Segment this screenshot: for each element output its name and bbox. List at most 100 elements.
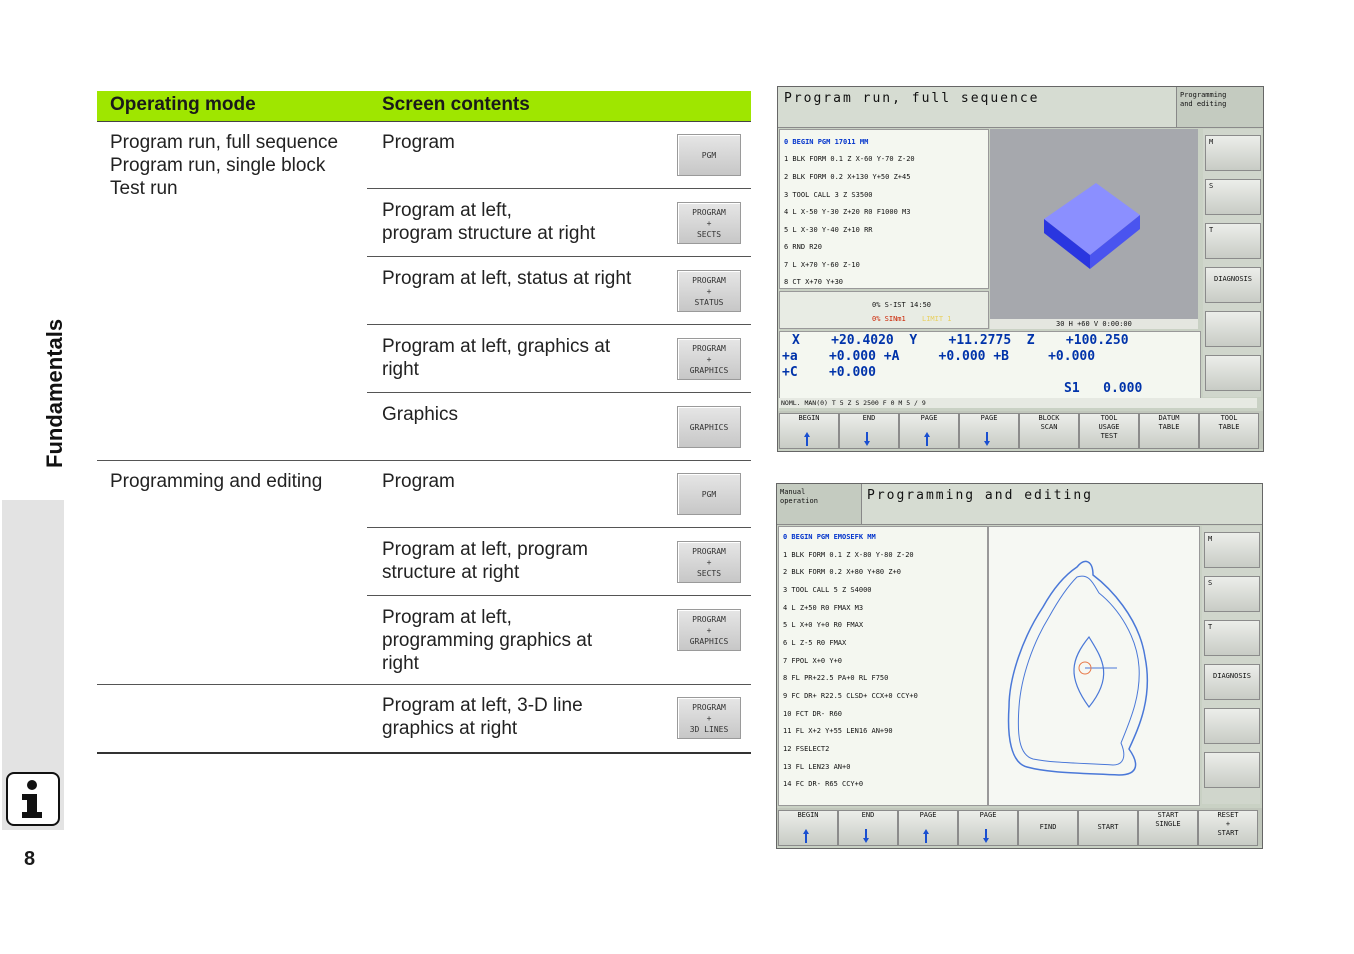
softkey-tool-usage-test[interactable]: TOOL USAGE TEST [1079,413,1139,449]
program-line: 14 FC DR- R65 CCY+0 [783,780,864,788]
mode-corner-label: Manual operation [780,488,818,505]
page-number: 8 [24,848,36,870]
softkey-blank[interactable] [1204,752,1260,788]
softkey-end[interactable]: END [839,413,899,449]
group-divider [97,684,751,685]
row-content: Program [382,132,455,153]
graphics-view [990,129,1198,319]
softkey-m[interactable]: M [1204,532,1260,568]
mode-corner-label: Programming and editing [1180,91,1227,108]
softkey-block-scan[interactable]: BLOCK SCAN [1019,413,1079,449]
softkey-begin[interactable]: BEGIN [779,413,839,449]
softkey-begin[interactable]: BEGIN [778,810,838,846]
status-line: 0% S-IST 14:50 [872,301,932,309]
program-line: 1 BLK FORM 0.1 Z X-60 Y-70 Z-20 [784,155,915,163]
row-divider [367,256,751,257]
softkey-s[interactable]: S [1204,576,1260,612]
softkey-s[interactable]: S [1205,179,1261,215]
section-title: Fundamentals [42,318,67,468]
program-line: 8 FL PR+22.5 PA+0 RL F750 [783,674,889,682]
program-line: 7 L X+70 Y-60 Z-10 [784,261,860,269]
program-line: 8 CT X+70 Y+30 [784,278,844,286]
row-divider [367,324,751,325]
softkey-end[interactable]: END [838,810,898,846]
softkey-diagnosis[interactable]: DIAGNOSIS [1205,267,1261,303]
softkey-start[interactable]: START [1078,810,1138,846]
softkey-blank[interactable] [1204,708,1260,744]
program-line: 4 L X-50 Y-30 Z+20 R0 F1000 M3 [784,208,911,216]
soft-key-graphics: GRAPHICS [677,406,741,448]
table-header: Operating mode Screen contents [97,91,751,122]
softkey-reset-start[interactable]: RESET + START [1198,810,1258,846]
side-softkeys: M S T DIAGNOSIS [1202,526,1260,804]
row-content: Graphics [382,404,459,425]
soft-key-program-3d-lines: PROGRAM + 3D LINES [677,697,741,739]
status-area: 0% S-IST 14:50 0% SINm1 LIMIT 1 [779,291,989,329]
softkey-start-single[interactable]: START SINGLE [1138,810,1198,846]
program-line: 5 L X-30 Y-40 Z+10 RR [784,226,873,234]
header-operating-mode: Operating mode [110,94,256,115]
row-divider [367,392,751,393]
program-line: 6 L Z-5 R0 FMAX [783,639,847,647]
program-line: 0 BEGIN PGM EMOSEFK MM [783,533,876,541]
softkey-diagnosis[interactable]: DIAGNOSIS [1204,664,1260,700]
program-line: 11 FL X+2 Y+55 LEN16 AN+90 [783,727,893,735]
position-row: X +20.4020 Y +11.2775 Z +100.250 [792,333,1129,348]
soft-key-pgm: PGM [677,473,741,515]
softkey-blank[interactable] [1205,355,1261,391]
program-line: 7 FPOL X+0 Y+0 [783,657,843,665]
program-line: 3 TOOL CALL 5 Z S4000 [783,586,872,594]
position-display: X +20.4020 Y +11.2775 Z +100.250 +a +0.0… [779,331,1201,399]
graphics-info-bar: 30 H +60 V 0:00:00 [990,319,1198,329]
program-listing: 0 BEGIN PGM 17011 MM 1 BLK FORM 0.1 Z X-… [779,129,989,289]
status-bar: NOML. MAN(0) T 5 Z S 2500 F 0 M 5 / 9 [779,398,1257,408]
program-line: 2 BLK FORM 0.2 X+80 Y+80 Z+0 [783,568,902,576]
soft-key-pgm: PGM [677,134,741,176]
soft-key-program-sects: PROGRAM + SECTS [677,202,741,244]
group-divider [97,460,751,461]
softkey-datum-table[interactable]: DATUM TABLE [1139,413,1199,449]
mode-program-run-single: Program run, single block [110,155,326,176]
row-content: Program at left, program structure at ri… [382,200,596,244]
row-content: Program at left, graphics at right [382,336,611,380]
table-bottom-rule [97,752,751,754]
softkey-page-up[interactable]: PAGE [899,413,959,449]
program-line: 12 FSELECT2 [783,745,830,753]
program-line: 3 TOOL CALL 3 Z S3500 [784,191,873,199]
program-line: 10 FCT DR- R60 [783,710,843,718]
softkey-t[interactable]: T [1204,620,1260,656]
program-line: 9 FC DR+ R22.5 CLSD+ CCX+0 CCY+0 [783,692,918,700]
row-content: Program at left, status at right [382,268,632,289]
mode-programming-editing: Programming and editing [110,471,323,492]
bottom-softkeys: BEGIN END PAGE PAGE FIND START START SIN… [777,808,1262,846]
program-line: 6 RND R20 [784,243,822,251]
row-divider [367,188,751,189]
soft-key-program-graphics: PROGRAM + GRAPHICS [677,338,741,380]
mode-program-run-full: Program run, full sequence [110,132,339,153]
row-content: Program [382,471,455,492]
program-line: 2 BLK FORM 0.2 X+130 Y+50 Z+45 [784,173,911,181]
programming-graphics [988,526,1200,806]
row-divider [367,527,751,528]
position-row: +a +0.000 +A +0.000 +B +0.000 [782,349,1096,364]
header-screen-contents: Screen contents [382,94,530,115]
row-content: Program at left, 3-D line graphics at ri… [382,695,583,739]
screen-title: Program run, full sequence [784,91,1040,106]
softkey-blank[interactable] [1205,311,1261,347]
bottom-softkeys: BEGIN END PAGE PAGE BLOCK SCAN TOOL USAG… [778,411,1263,449]
screen-header: Program run, full sequence Programming a… [778,87,1263,128]
status-bar-text: NOML. MAN(0) T 5 Z S 2500 F 0 M 5 / 9 [781,399,926,407]
softkey-page-up[interactable]: PAGE [898,810,958,846]
screenshot-programming-editing: Manual operation Programming and editing… [776,483,1263,849]
softkey-tool-table[interactable]: TOOL TABLE [1199,413,1259,449]
softkey-page-down[interactable]: PAGE [959,413,1019,449]
soft-key-program-graphics: PROGRAM + GRAPHICS [677,609,741,651]
screen-title: Programming and editing [867,488,1094,503]
status-line: LIMIT 1 [922,315,952,323]
softkey-m[interactable]: M [1205,135,1261,171]
soft-key-program-sects: PROGRAM + SECTS [677,541,741,583]
softkey-find[interactable]: FIND [1018,810,1078,846]
softkey-page-down[interactable]: PAGE [958,810,1018,846]
info-icon [6,772,60,826]
softkey-t[interactable]: T [1205,223,1261,259]
